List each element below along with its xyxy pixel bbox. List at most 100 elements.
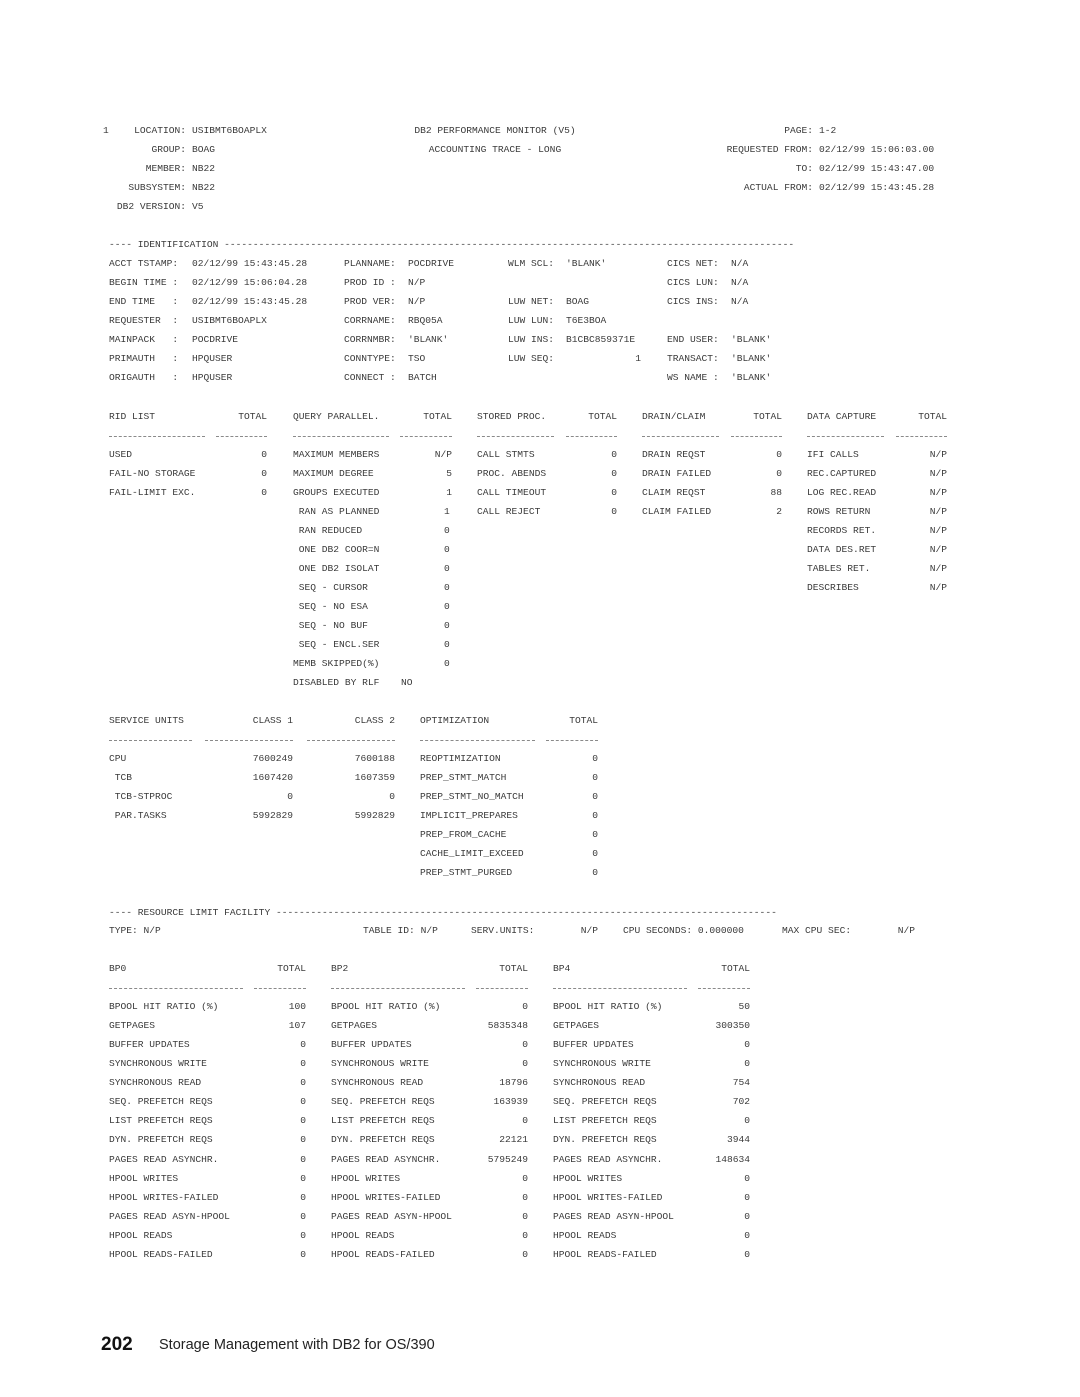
header-underline bbox=[642, 436, 719, 437]
buffer-pool-metric-label: HPOOL WRITES-FAILED bbox=[553, 1191, 663, 1203]
ident-value: 'BLANK' bbox=[731, 372, 772, 383]
ident-value: 'BLANK' bbox=[566, 258, 607, 269]
counter-label: RECORDS RET. bbox=[807, 525, 877, 536]
rlf-serv-units-label: SERV.UNITS: bbox=[471, 925, 535, 936]
service-units-label: TCB bbox=[109, 772, 133, 783]
counter-value: 0 bbox=[444, 639, 450, 650]
class1-value: 1607420 bbox=[252, 772, 293, 783]
member-label: MEMBER: bbox=[145, 163, 186, 174]
optimization-title: OPTIMIZATION bbox=[420, 715, 490, 726]
buffer-pool-metric-value: 0 bbox=[300, 1191, 306, 1203]
ident-value: 02/12/99 15:06:04.28 bbox=[192, 277, 308, 288]
buffer-pool-metric-value: 0 bbox=[300, 1077, 306, 1089]
buffer-pool-metric-label: PAGES READ ASYNCHR. bbox=[109, 1153, 219, 1165]
ident-value: HPQUSER bbox=[192, 353, 233, 364]
header-underline bbox=[553, 988, 687, 989]
counter-value: N/P bbox=[434, 449, 452, 460]
counter-value: 0 bbox=[444, 620, 450, 631]
buffer-pool-metric-value: 0 bbox=[522, 1210, 528, 1222]
ident-value: BATCH bbox=[408, 372, 437, 383]
to-label: TO: bbox=[795, 163, 813, 174]
counter-label: SEQ - NO ESA bbox=[293, 601, 368, 612]
counter-value: 0 bbox=[776, 468, 782, 479]
class2-value: 7600188 bbox=[354, 753, 395, 764]
rlf-section-title: ---- RESOURCE LIMIT FACILITY -----------… bbox=[109, 908, 777, 918]
buffer-pool-metric-value: 0 bbox=[744, 1115, 750, 1127]
buffer-pool-metric-label: SYNCHRONOUS READ bbox=[109, 1077, 202, 1089]
optimization-value: 0 bbox=[592, 848, 598, 859]
header-underline bbox=[477, 436, 554, 437]
ident-label: BEGIN TIME : bbox=[109, 277, 179, 288]
counter-label: MAXIMUM DEGREE bbox=[293, 468, 374, 479]
optimization-value: 0 bbox=[592, 810, 598, 821]
ident-label: LUW SEQ: bbox=[508, 353, 555, 364]
ident-value: N/P bbox=[408, 277, 426, 288]
drain-claim-title: DRAIN/CLAIM bbox=[642, 411, 706, 422]
counter-label: DISABLED BY RLF bbox=[293, 677, 380, 688]
buffer-pool-metric-label: PAGES READ ASYNCHR. bbox=[331, 1153, 441, 1165]
header-underline bbox=[566, 436, 617, 437]
buffer-pool-metric-value: 0 bbox=[744, 1191, 750, 1203]
location-value: USIBMT6BOAPLX bbox=[192, 125, 267, 136]
counter-label: CLAIM REQST bbox=[642, 487, 706, 498]
counter-label: CALL TIMEOUT bbox=[477, 487, 547, 498]
ident-label: CORRNMBR: bbox=[344, 334, 396, 345]
query-parallel-title: QUERY PARALLEL. bbox=[293, 411, 380, 422]
counter-value: N/P bbox=[929, 487, 947, 498]
buffer-pool-metric-label: BPOOL HIT RATIO (%) bbox=[331, 1001, 441, 1012]
ident-value: TSO bbox=[408, 353, 426, 364]
buffer-pool-metric-label: PAGES READ ASYN-HPOOL bbox=[553, 1210, 674, 1222]
service-units-label: TCB-STPROC bbox=[109, 791, 173, 802]
counter-label: REC.CAPTURED bbox=[807, 468, 877, 479]
ident-label: END TIME : bbox=[109, 296, 179, 307]
optimization-value: 0 bbox=[592, 829, 598, 840]
ident-label: END USER: bbox=[667, 334, 719, 345]
ident-value: N/A bbox=[731, 258, 749, 269]
counter-label: DATA DES.RET bbox=[807, 544, 877, 555]
buffer-pool-metric-label: BPOOL HIT RATIO (%) bbox=[553, 1001, 663, 1012]
header-underline bbox=[400, 436, 452, 437]
rlf-max-cpu-label: MAX CPU SEC: bbox=[782, 925, 852, 936]
counter-label: TABLES RET. bbox=[807, 563, 871, 574]
header-underline bbox=[476, 988, 528, 989]
counter-value: 0 bbox=[444, 544, 450, 555]
buffer-pool-metric-label: DYN. PREFETCH REQS bbox=[331, 1134, 435, 1146]
header-underline bbox=[109, 740, 192, 741]
ident-label: LUW LUN: bbox=[508, 315, 555, 326]
subsystem-label: SUBSYSTEM: bbox=[128, 182, 186, 193]
counter-value: N/P bbox=[929, 506, 947, 517]
class2-value: 5992829 bbox=[354, 810, 395, 821]
optimization-label: PREP_STMT_NO_MATCH bbox=[420, 791, 524, 802]
counter-label: MEMB SKIPPED(%) bbox=[293, 658, 380, 669]
buffer-pool-metric-value: 0 bbox=[744, 1058, 750, 1070]
report-title: DB2 PERFORMANCE MONITOR (V5) bbox=[414, 125, 576, 136]
optimization-total-header: TOTAL bbox=[569, 715, 598, 726]
optimization-label: IMPLICIT_PREPARES bbox=[420, 810, 518, 821]
ident-label: WS NAME : bbox=[667, 372, 719, 383]
page-label: PAGE: bbox=[784, 125, 813, 136]
buffer-pool-metric-value: 0 bbox=[744, 1039, 750, 1051]
optimization-label: PREP_STMT_PURGED bbox=[420, 867, 513, 878]
ident-value: T6E3BOA bbox=[566, 315, 607, 326]
counter-value: 0 bbox=[611, 468, 617, 479]
counter-label: ONE DB2 ISOLAT bbox=[293, 563, 380, 574]
counter-label: DESCRIBES bbox=[807, 582, 859, 593]
buffer-pool-metric-value: 754 bbox=[732, 1077, 750, 1089]
counter-value: NO bbox=[401, 677, 413, 688]
ident-label: LUW INS: bbox=[508, 334, 555, 345]
counter-value: 0 bbox=[611, 449, 617, 460]
location-label: LOCATION: bbox=[134, 125, 186, 136]
header-underline bbox=[293, 436, 389, 437]
group-label: GROUP: bbox=[151, 144, 186, 155]
ident-label: CONNTYPE: bbox=[344, 353, 396, 364]
buffer-pool-metric-value: 107 bbox=[288, 1020, 306, 1032]
buffer-pool-metric-label: SYNCHRONOUS WRITE bbox=[331, 1058, 429, 1070]
rlf-table-id: TABLE ID: N/P bbox=[363, 925, 438, 936]
optimization-label: PREP_STMT_MATCH bbox=[420, 772, 507, 783]
buffer-pool-metric-value: 300350 bbox=[715, 1020, 750, 1032]
counter-value: 0 bbox=[776, 449, 782, 460]
buffer-pool-metric-label: HPOOL READS bbox=[553, 1229, 617, 1241]
header-underline bbox=[698, 988, 750, 989]
buffer-pool-metric-label: HPOOL WRITES-FAILED bbox=[109, 1191, 219, 1203]
counter-value: 0 bbox=[444, 601, 450, 612]
